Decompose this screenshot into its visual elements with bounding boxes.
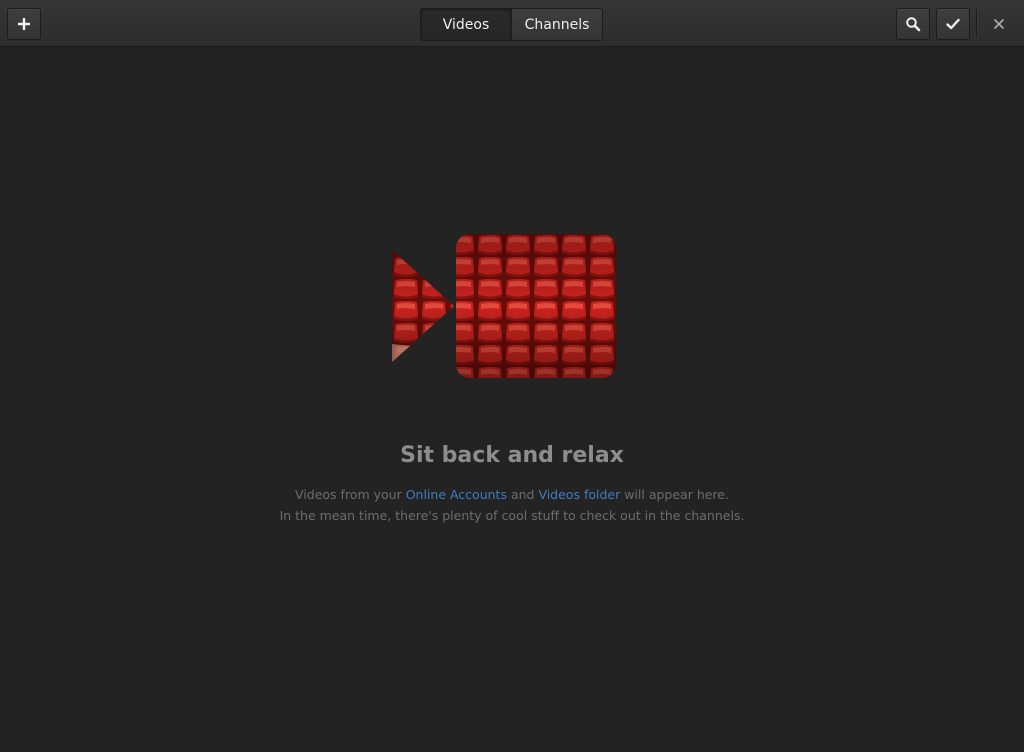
video-camera-theater-seats-icon [392,234,616,378]
tab-channels-label: Channels [524,16,590,33]
checkmark-icon [946,18,960,30]
line1-middle: and [506,487,539,502]
tab-videos[interactable]: Videos [421,9,512,40]
select-mode-button[interactable] [936,8,970,40]
close-icon [994,19,1004,29]
empty-state-description: Videos from your Online Accounts and Vid… [0,484,1024,526]
line1-suffix: will appear here. [620,487,729,502]
empty-state-title: Sit back and relax [400,443,624,468]
empty-state-line-1: Videos from your Online Accounts and Vid… [0,484,1024,505]
add-button[interactable] [7,8,41,40]
search-icon [906,17,921,32]
view-switcher: Videos Channels [420,8,603,41]
plus-icon [18,18,30,30]
empty-state-line-2: In the mean time, there's plenty of cool… [279,508,745,523]
close-button[interactable] [987,12,1011,36]
online-accounts-link[interactable]: Online Accounts [406,487,507,502]
line1-prefix: Videos from your [295,487,406,502]
header-bar: Videos Channels [0,0,1024,47]
tab-channels[interactable]: Channels [512,9,602,40]
search-button[interactable] [896,8,930,40]
header-separator [976,10,977,37]
videos-folder-link[interactable]: Videos folder [538,487,620,502]
videos-window: Videos Channels Sit back and relax Video… [0,0,1024,752]
tab-videos-label: Videos [442,16,490,33]
